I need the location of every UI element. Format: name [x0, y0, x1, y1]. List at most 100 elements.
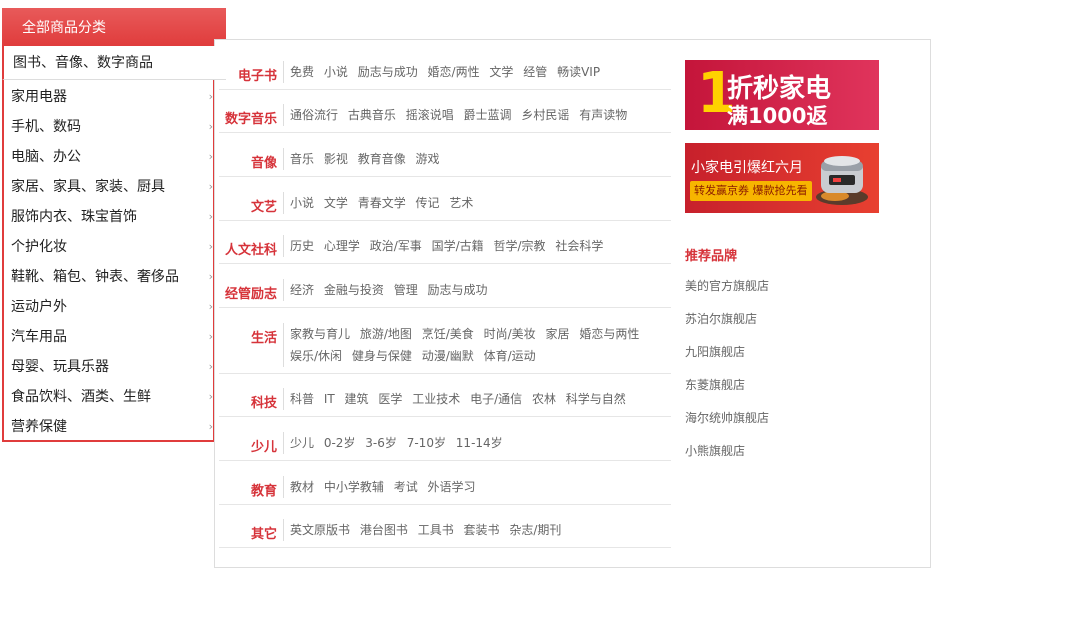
subcategory-title[interactable]: 科技: [219, 392, 283, 411]
subcategory-link[interactable]: 励志与成功: [428, 283, 488, 297]
subcategory-link[interactable]: 杂志/期刊: [509, 523, 561, 537]
subcategory-link[interactable]: 管理: [394, 283, 418, 297]
banner-cta-button[interactable]: 转发赢京券 爆款抢先看: [690, 181, 812, 201]
subcategory-link[interactable]: 电子/通信: [470, 392, 522, 406]
subcategory-link[interactable]: 考试: [394, 480, 418, 494]
subcategory-title[interactable]: 少儿: [219, 436, 283, 455]
brand-link[interactable]: 九阳旗舰店: [685, 344, 769, 377]
subcategory-title[interactable]: 生活: [219, 327, 283, 346]
subcategory-link[interactable]: 家居: [545, 327, 569, 341]
subcategory-link[interactable]: 经济: [290, 283, 314, 297]
brand-link[interactable]: 小熊旗舰店: [685, 443, 769, 476]
subcategory-link[interactable]: 政治/军事: [370, 239, 422, 253]
subcategory-link[interactable]: 传记: [416, 196, 440, 210]
category-item-phones[interactable]: 手机、数码 ›: [4, 112, 213, 142]
subcategory-link[interactable]: 古典音乐: [348, 108, 396, 122]
subcategory-row: 音像 音乐 影视 教育音像 游戏: [219, 138, 671, 177]
subcategory-title[interactable]: 音像: [219, 152, 283, 171]
subcategory-link[interactable]: 工业技术: [412, 392, 460, 406]
subcategory-title[interactable]: 数字音乐: [219, 108, 283, 127]
category-item-auto[interactable]: 汽车用品 ›: [4, 322, 213, 352]
brand-link[interactable]: 美的官方旗舰店: [685, 278, 769, 311]
subcategory-link[interactable]: 健身与保健: [352, 349, 412, 363]
subcategory-link[interactable]: 励志与成功: [358, 65, 418, 79]
subcategory-link[interactable]: 家教与育儿: [290, 327, 350, 341]
subcategory-title[interactable]: 其它: [219, 523, 283, 542]
subcategory-link[interactable]: 建筑: [345, 392, 369, 406]
subcategory-link[interactable]: 娱乐/休闲: [290, 349, 342, 363]
subcategory-link[interactable]: 心理学: [324, 239, 360, 253]
subcategory-link[interactable]: 中小学教辅: [324, 480, 384, 494]
subcategory-link[interactable]: 哲学/宗教: [493, 239, 545, 253]
subcategory-link[interactable]: 套装书: [464, 523, 500, 537]
brand-link[interactable]: 苏泊尔旗舰店: [685, 311, 769, 344]
subcategory-links: 少儿 0-2岁 3-6岁 7-10岁 11-14岁: [283, 432, 671, 454]
subcategory-link[interactable]: 教育音像: [358, 152, 406, 166]
subcategory-link[interactable]: 少儿: [290, 436, 314, 450]
category-item-baby-toys[interactable]: 母婴、玩具乐器 ›: [4, 352, 213, 382]
promo-banner-small-appliances[interactable]: 小家电引爆红六月 转发赢京券 爆款抢先看: [685, 143, 879, 213]
subcategory-link[interactable]: 游戏: [416, 152, 440, 166]
subcategory-link[interactable]: 爵士蓝调: [464, 108, 512, 122]
subcategory-link[interactable]: 11-14岁: [456, 436, 503, 450]
subcategory-link[interactable]: 通俗流行: [290, 108, 338, 122]
subcategory-link[interactable]: 国学/古籍: [432, 239, 484, 253]
subcategory-link[interactable]: 婚恋/两性: [428, 65, 480, 79]
subcategory-link[interactable]: 历史: [290, 239, 314, 253]
subcategory-link[interactable]: 文学: [489, 65, 513, 79]
subcategory-link[interactable]: 7-10岁: [407, 436, 446, 450]
category-item-beauty[interactable]: 个护化妆 ›: [4, 232, 213, 262]
subcategory-title[interactable]: 电子书: [219, 65, 283, 84]
category-item-computers[interactable]: 电脑、办公 ›: [4, 142, 213, 172]
subcategory-link[interactable]: 音乐: [290, 152, 314, 166]
subcategory-title[interactable]: 人文社科: [219, 239, 283, 258]
subcategory-link[interactable]: 文学: [324, 196, 348, 210]
subcategory-link[interactable]: 婚恋与两性: [579, 327, 639, 341]
category-item-sports[interactable]: 运动户外 ›: [4, 292, 213, 322]
category-item-appliances[interactable]: 家用电器 ›: [4, 82, 213, 112]
subcategory-link[interactable]: 英文原版书: [290, 523, 350, 537]
subcategory-link[interactable]: 时尚/美妆: [484, 327, 536, 341]
subcategory-link[interactable]: 金融与投资: [324, 283, 384, 297]
subcategory-link[interactable]: 小说: [290, 196, 314, 210]
subcategory-link[interactable]: 免费: [290, 65, 314, 79]
subcategory-link[interactable]: 3-6岁: [365, 436, 397, 450]
subcategory-link[interactable]: 教材: [290, 480, 314, 494]
subcategory-link[interactable]: 旅游/地图: [360, 327, 412, 341]
subcategory-links: 历史 心理学 政治/军事 国学/古籍 哲学/宗教 社会科学: [283, 235, 671, 257]
subcategory-link[interactable]: 0-2岁: [324, 436, 356, 450]
subcategory-link[interactable]: 畅读VIP: [557, 65, 600, 79]
category-item-health[interactable]: 营养保健 ›: [4, 412, 213, 442]
subcategory-link[interactable]: 农林: [532, 392, 556, 406]
category-item-home[interactable]: 家居、家具、家装、厨具 ›: [4, 172, 213, 202]
subcategory-link[interactable]: 青春文学: [358, 196, 406, 210]
subcategory-link[interactable]: 影视: [324, 152, 348, 166]
subcategory-link[interactable]: 烹饪/美食: [422, 327, 474, 341]
subcategory-link[interactable]: 体育/运动: [484, 349, 536, 363]
subcategory-link[interactable]: 动漫/幽默: [422, 349, 474, 363]
category-item-shoes-bags[interactable]: 鞋靴、箱包、钟表、奢侈品 ›: [4, 262, 213, 292]
category-item-food[interactable]: 食品饮料、酒类、生鲜 ›: [4, 382, 213, 412]
category-item-books[interactable]: 图书、音像、数字商品›: [2, 46, 226, 80]
subcategory-link[interactable]: 摇滚说唱: [406, 108, 454, 122]
brand-link[interactable]: 东菱旗舰店: [685, 377, 769, 410]
subcategory-link[interactable]: 外语学习: [428, 480, 476, 494]
subcategory-link[interactable]: 经管: [523, 65, 547, 79]
subcategory-link[interactable]: 科学与自然: [566, 392, 626, 406]
subcategory-link[interactable]: 工具书: [418, 523, 454, 537]
subcategory-title[interactable]: 文艺: [219, 196, 283, 215]
subcategory-link[interactable]: 有声读物: [579, 108, 627, 122]
category-item-apparel[interactable]: 服饰内衣、珠宝首饰 ›: [4, 202, 213, 232]
subcategory-link[interactable]: 小说: [324, 65, 348, 79]
promo-banner-appliance-sale[interactable]: 1 折秒家电 满1000返1000: [685, 60, 879, 130]
subcategory-link[interactable]: 乡村民谣: [521, 108, 569, 122]
subcategory-title[interactable]: 教育: [219, 480, 283, 499]
subcategory-link[interactable]: 港台图书: [360, 523, 408, 537]
subcategory-link[interactable]: 科普: [290, 392, 314, 406]
subcategory-title[interactable]: 经管励志: [219, 283, 283, 302]
subcategory-link[interactable]: 社会科学: [555, 239, 603, 253]
subcategory-link[interactable]: 艺术: [449, 196, 473, 210]
brand-link[interactable]: 海尔统帅旗舰店: [685, 410, 769, 443]
subcategory-link[interactable]: 医学: [378, 392, 402, 406]
subcategory-link[interactable]: IT: [324, 392, 335, 406]
